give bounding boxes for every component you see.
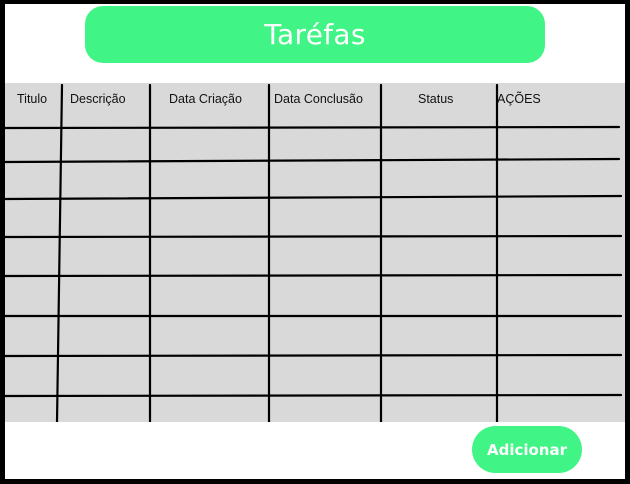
row-divider [5, 157, 621, 164]
app-frame: Taréfas Titulo Descrição Data Criação Da… [5, 4, 625, 479]
row-divider [5, 125, 621, 130]
row-divider [5, 273, 623, 278]
table-grid [5, 83, 623, 422]
add-task-button[interactable]: Adicionar [472, 426, 582, 473]
row-divider [5, 353, 623, 358]
tasks-table: Titulo Descrição Data Criação Data Concl… [5, 83, 625, 422]
page-title: Taréfas [264, 18, 366, 51]
row-divider [5, 393, 623, 398]
column-divider [55, 83, 64, 422]
row-divider [5, 234, 623, 239]
row-divider [5, 194, 623, 201]
title-banner: Taréfas [85, 6, 545, 63]
